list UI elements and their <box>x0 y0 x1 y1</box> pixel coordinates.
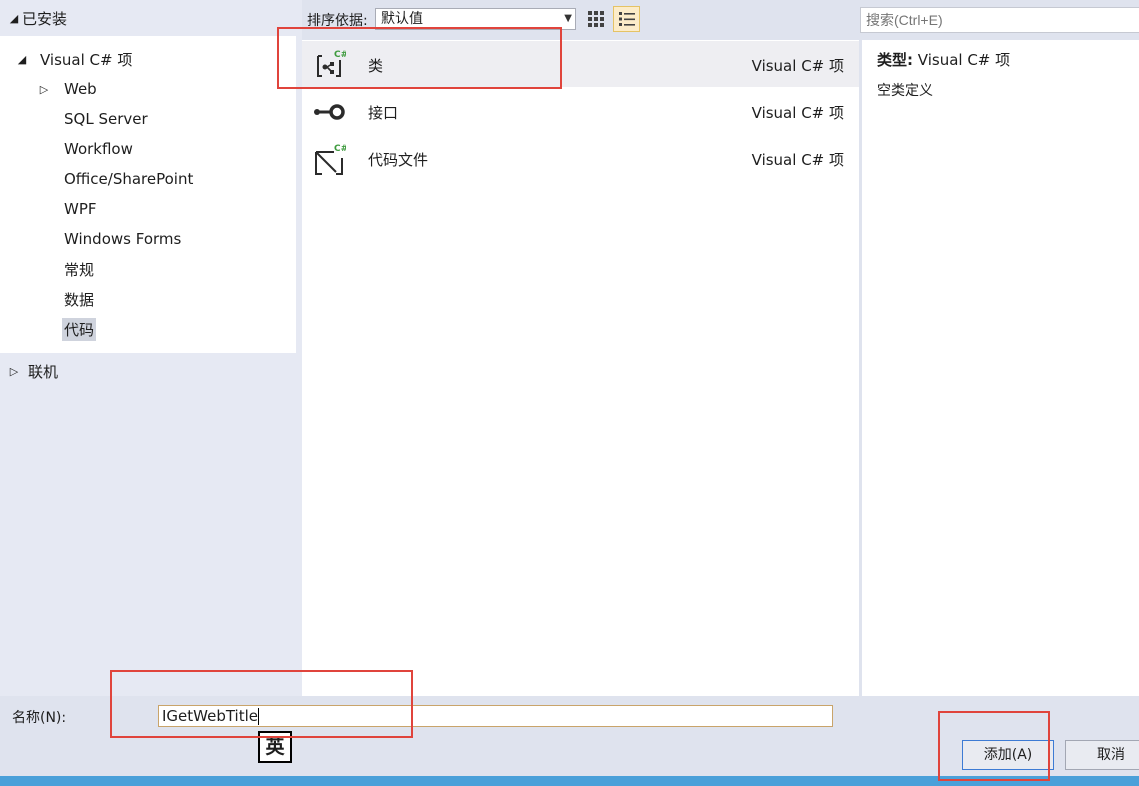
tree-node-web-label: Web <box>64 80 97 98</box>
text-caret <box>258 708 260 725</box>
code-file-icon: C# <box>315 144 346 175</box>
template-list: C# 类 Visual C# 项 接口 Visual C# 项 C# 代码文件 … <box>302 40 859 696</box>
tree-node-general-label: 常规 <box>64 260 95 279</box>
tree-node-online[interactable]: ▷ 联机 <box>6 357 58 385</box>
template-category-pane: ◢ 已安装 ◢ Visual C# 项 ▷ Web SQL Server Wor… <box>0 0 302 696</box>
tree-node-windows-forms-label: Windows Forms <box>64 230 182 248</box>
window-bottom-strip <box>0 776 1139 786</box>
name-input[interactable]: IGetWebTitle <box>158 705 833 727</box>
name-label: 名称(N): <box>12 710 67 726</box>
interface-icon <box>314 104 345 120</box>
expanded-triangle-icon[interactable]: ◢ <box>6 12 22 25</box>
info-type-label: 类型: <box>877 51 913 69</box>
tree-node-visual-csharp[interactable]: ◢ Visual C# 项 <box>14 45 133 73</box>
tree-node-installed[interactable]: ◢ 已安装 <box>6 4 67 32</box>
tree-node-workflow[interactable]: Workflow <box>64 135 133 163</box>
tree-node-data[interactable]: 数据 <box>64 285 94 313</box>
template-row-class[interactable]: C# 类 Visual C# 项 <box>302 41 859 87</box>
grid-view-button[interactable] <box>582 6 609 32</box>
chevron-down-icon: ▼ <box>564 13 572 24</box>
sort-dropdown[interactable]: 默认值 ▼ <box>375 8 576 30</box>
list-view-button[interactable] <box>613 6 640 32</box>
name-input-value: IGetWebTitle <box>162 707 259 725</box>
template-type: Visual C# 项 <box>751 151 844 169</box>
collapsed-triangle-icon[interactable]: ▷ <box>36 83 52 96</box>
list-view-icon <box>618 12 635 26</box>
grid-view-icon <box>587 11 604 27</box>
tree-node-windows-forms[interactable]: Windows Forms <box>64 225 181 253</box>
template-name: 代码文件 <box>368 151 429 169</box>
template-type: Visual C# 项 <box>751 104 844 122</box>
tree-node-data-label: 数据 <box>64 290 95 309</box>
tree-node-workflow-label: Workflow <box>64 140 133 158</box>
tree-node-general[interactable]: 常规 <box>64 255 94 283</box>
info-type: 类型: Visual C# 项 <box>877 49 1010 70</box>
template-name: 类 <box>368 57 384 75</box>
class-icon: C# <box>317 50 346 77</box>
ime-indicator[interactable]: 英 <box>258 731 292 763</box>
tree-node-code-label: 代码 <box>62 317 97 341</box>
add-button[interactable]: 添加(A) <box>962 740 1054 770</box>
svg-text:C#: C# <box>334 50 346 60</box>
collapsed-triangle-icon[interactable]: ▷ <box>6 365 22 378</box>
tree-node-office-sharepoint[interactable]: Office/SharePoint <box>64 165 193 193</box>
sort-label: 排序依据: <box>307 13 368 29</box>
search-input[interactable] <box>860 7 1139 33</box>
expanded-triangle-icon[interactable]: ◢ <box>14 53 30 66</box>
sort-dropdown-value: 默认值 <box>381 11 423 27</box>
template-info-pane: 类型: Visual C# 项 空类定义 <box>862 40 1139 696</box>
tree-node-sql-server-label: SQL Server <box>64 110 148 128</box>
info-type-value: Visual C# 项 <box>917 51 1011 69</box>
template-row-interface[interactable]: 接口 Visual C# 项 <box>302 88 859 134</box>
tree-node-visual-csharp-label: Visual C# 项 <box>40 50 133 69</box>
tree-node-online-label: 联机 <box>28 362 59 381</box>
template-type: Visual C# 项 <box>751 57 844 75</box>
tree-node-sql-server[interactable]: SQL Server <box>64 105 148 133</box>
svg-text:C#: C# <box>334 144 346 154</box>
tree-node-wpf-label: WPF <box>64 200 97 218</box>
info-description: 空类定义 <box>877 83 933 99</box>
tree-node-wpf[interactable]: WPF <box>64 195 97 223</box>
tree-node-code[interactable]: 代码 <box>62 315 97 343</box>
tree-node-installed-label: 已安装 <box>22 9 68 28</box>
tree-node-web[interactable]: ▷ Web <box>36 75 97 103</box>
template-name: 接口 <box>368 104 399 122</box>
tree-node-office-sharepoint-label: Office/SharePoint <box>64 170 194 188</box>
template-row-code-file[interactable]: C# 代码文件 Visual C# 项 <box>302 135 859 181</box>
cancel-button[interactable]: 取消 <box>1065 740 1139 770</box>
